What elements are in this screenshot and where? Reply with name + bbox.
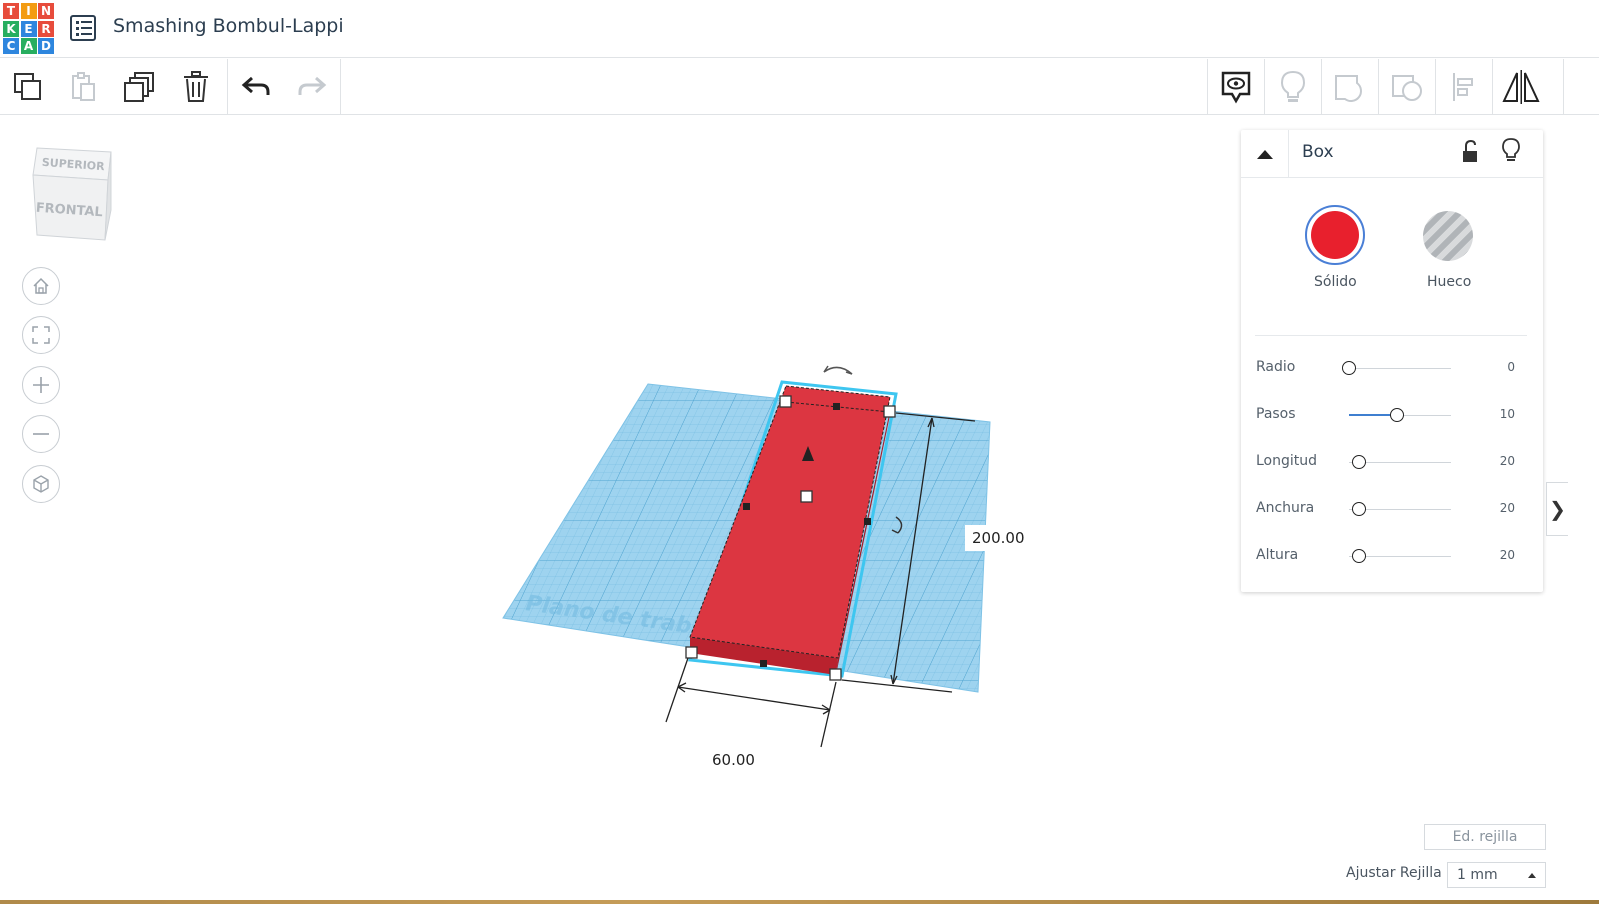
param-label: Longitud: [1256, 453, 1318, 469]
design-list-button[interactable]: [70, 15, 96, 41]
param-slider-knob[interactable]: [1352, 455, 1367, 469]
inspector-title: Box: [1302, 142, 1334, 162]
copy-icon: [14, 73, 41, 100]
logo-letter: C: [3, 38, 19, 54]
param-value[interactable]: 10: [1475, 407, 1515, 421]
logo-letter: T: [3, 3, 19, 19]
snap-grid-value: 1 mm: [1457, 867, 1498, 883]
param-slider-knob[interactable]: [1352, 549, 1367, 563]
redo-icon: [298, 76, 327, 95]
align-icon: [1453, 73, 1473, 101]
undo-icon: [241, 76, 270, 95]
param-slider-knob[interactable]: [1342, 361, 1356, 375]
caret-up-icon: [1256, 150, 1273, 159]
tinkercad-logo[interactable]: TIN KER CAD: [3, 3, 54, 54]
notes-button[interactable]: [1208, 59, 1264, 115]
lock-icon[interactable]: [1462, 140, 1478, 164]
param-label: Anchura: [1256, 500, 1315, 516]
chevron-right-icon: ❯: [1549, 497, 1566, 521]
duplicate-button[interactable]: [112, 59, 168, 115]
shape-inspector: Box Sólido Hueco Radio 0 Pasos 10 Longitud 20…: [1241, 130, 1543, 592]
mirror-button[interactable]: [1493, 59, 1549, 115]
bottom-strip: [0, 900, 1599, 923]
param-slider-knob[interactable]: [1352, 502, 1367, 516]
top-header: TIN KER CAD Smashing Bombul-Lappi: [0, 0, 1599, 58]
mirror-icon: [1502, 70, 1540, 104]
collapse-inspector-button[interactable]: [1241, 130, 1289, 178]
delete-icon: [184, 71, 208, 102]
param-value[interactable]: 0: [1475, 360, 1515, 374]
ungroup-button[interactable]: [1379, 59, 1435, 115]
solid-color-swatch: [1311, 211, 1359, 259]
edit-grid-button[interactable]: Ed. rejilla: [1424, 824, 1546, 850]
edit-toolbar: [0, 59, 1599, 115]
logo-letter: K: [3, 20, 19, 37]
param-value[interactable]: 20: [1475, 454, 1515, 468]
hole-mode-button[interactable]: [1423, 211, 1473, 261]
hole-label: Hueco: [1427, 274, 1472, 290]
param-slider-knob[interactable]: [1389, 408, 1404, 422]
paste-button[interactable]: [56, 59, 112, 115]
length-dimension-label[interactable]: 200.00: [965, 525, 1032, 551]
solid-label: Sólido: [1314, 274, 1357, 290]
logo-letter: I: [20, 3, 37, 19]
project-title[interactable]: Smashing Bombul-Lappi: [113, 15, 344, 37]
note-icon: [1221, 71, 1251, 104]
snap-grid-select[interactable]: 1 mm: [1447, 862, 1546, 888]
caret-up-icon: [1528, 873, 1536, 878]
param-label: Pasos: [1256, 406, 1296, 422]
snap-grid-label: Ajustar Rejilla: [1346, 865, 1442, 881]
ungroup-icon: [1392, 75, 1422, 101]
inspector-divider: [1255, 335, 1527, 336]
delete-button[interactable]: [168, 59, 224, 115]
undo-button[interactable]: [228, 59, 284, 115]
lightbulb-icon: [1280, 70, 1306, 102]
align-button[interactable]: [1436, 59, 1492, 115]
width-dimension-label[interactable]: 60.00: [705, 747, 762, 773]
group-button[interactable]: [1322, 59, 1378, 115]
paste-icon: [72, 72, 95, 101]
tinkercad-app: TIN KER CAD Smashing Bombul-Lappi SUPERIOR…: [0, 0, 1599, 923]
show-all-button[interactable]: [1265, 59, 1321, 115]
solid-mode-button[interactable]: [1305, 205, 1365, 265]
duplicate-icon: [124, 72, 154, 102]
param-value[interactable]: 20: [1475, 501, 1515, 515]
inspector-header: Box: [1241, 130, 1543, 178]
logo-letter: R: [38, 20, 54, 37]
param-label: Altura: [1256, 547, 1299, 563]
param-label: Radio: [1256, 359, 1296, 375]
logo-letter: A: [20, 38, 37, 54]
param-slider-track[interactable]: [1349, 368, 1451, 369]
copy-button[interactable]: [0, 59, 56, 115]
group-icon: [1335, 75, 1362, 102]
logo-letter: D: [38, 38, 54, 54]
lightbulb-icon[interactable]: [1502, 138, 1520, 164]
panel-toggle-button[interactable]: ❯: [1546, 482, 1568, 536]
logo-letter: E: [20, 20, 37, 37]
param-value[interactable]: 20: [1475, 548, 1515, 562]
redo-button[interactable]: [284, 59, 340, 115]
logo-letter: N: [38, 3, 54, 19]
